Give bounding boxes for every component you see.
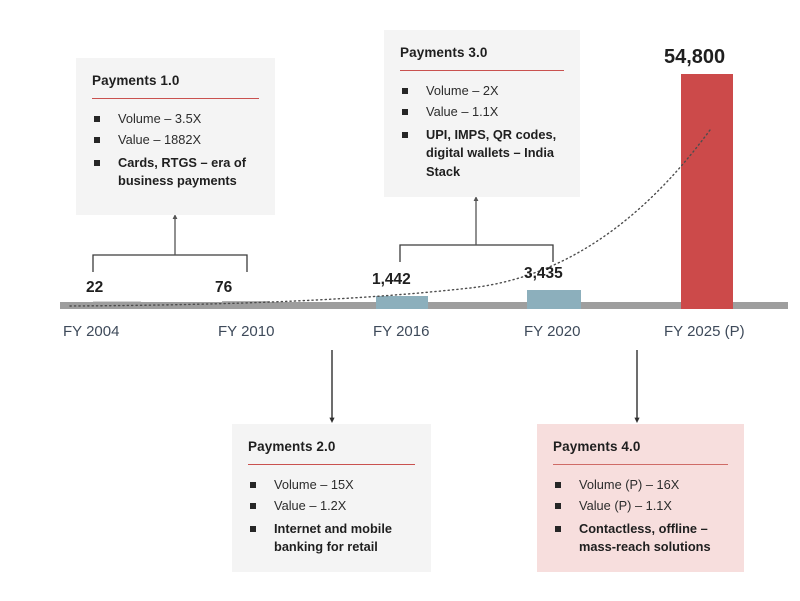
bullet-square-icon (250, 525, 256, 532)
callout-bullet-list: Volume (P) – 16X Value (P) – 1.1X Contac… (553, 476, 728, 557)
list-item: Value – 1.2X (248, 497, 415, 516)
bullet-square-icon (402, 131, 408, 138)
list-item: Volume – 2X (400, 82, 564, 101)
callout-title: Payments 2.0 (248, 439, 336, 454)
list-item: Contactless, offline – mass-reach soluti… (553, 520, 728, 557)
axis-tick-fy2004: FY 2004 (63, 323, 120, 340)
value-label-fy2010: 76 (215, 279, 233, 296)
bullet-square-icon (555, 525, 561, 532)
bar-fy2020 (527, 290, 581, 309)
bullet-text: Volume – 15X (274, 477, 354, 493)
bullet-square-icon (250, 482, 256, 489)
list-item: Cards, RTGS – era of business payments (92, 154, 259, 191)
callout-payments-1: Payments 1.0 Volume – 3.5X Value – 1882X… (76, 58, 275, 215)
bullet-text: Contactless, offline – mass-reach soluti… (579, 520, 711, 555)
bullet-square-icon (94, 137, 100, 144)
callout-title: Payments 3.0 (400, 45, 488, 60)
bullet-text: UPI, IMPS, QR codes, digital wallets – I… (426, 126, 557, 180)
bullet-text: Internet and mobile banking for retail (274, 520, 393, 555)
callout-divider (92, 97, 259, 100)
callout-bullet-list: Volume – 2X Value – 1.1X UPI, IMPS, QR c… (400, 82, 564, 181)
bullet-square-icon (402, 109, 408, 116)
bracket-payments-1 (92, 254, 248, 272)
bullet-square-icon (402, 88, 408, 95)
bullet-text: Value (P) – 1.1X (579, 498, 672, 514)
bullet-text: Value – 1.1X (426, 104, 499, 120)
infographic-canvas: 22 76 1,442 3,435 54,800 FY 2004 FY 2010… (0, 0, 800, 601)
callout-bullet-list: Volume – 3.5X Value – 1882X Cards, RTGS … (92, 110, 259, 191)
value-label-fy2020: 3,435 (524, 265, 563, 282)
list-item: UPI, IMPS, QR codes, digital wallets – I… (400, 126, 564, 182)
list-item: Value – 1.1X (400, 103, 564, 122)
callout-divider (553, 463, 728, 466)
value-label-fy2025: 54,800 (664, 46, 726, 68)
callout-divider (248, 463, 415, 466)
callout-bullet-list: Volume – 15X Value – 1.2X Internet and m… (248, 476, 415, 557)
axis-tick-fy2016: FY 2016 (373, 323, 430, 340)
callout-payments-3: Payments 3.0 Volume – 2X Value – 1.1X UP… (384, 30, 580, 197)
bullet-square-icon (94, 159, 100, 166)
arrowhead-payments-2 (329, 417, 335, 423)
callout-title: Payments 1.0 (92, 73, 180, 88)
bullet-text: Value – 1.2X (274, 498, 347, 514)
bullet-text: Cards, RTGS – era of business payments (118, 154, 247, 189)
bar-fy2025 (681, 74, 733, 309)
list-item: Internet and mobile banking for retail (248, 520, 415, 557)
bullet-square-icon (94, 116, 100, 123)
list-item: Volume – 3.5X (92, 110, 259, 129)
bullet-square-icon (555, 482, 561, 489)
callout-title: Payments 4.0 (553, 439, 641, 454)
value-label-fy2016: 1,442 (372, 271, 411, 288)
arrowhead-payments-4 (634, 417, 640, 423)
list-item: Volume (P) – 16X (553, 476, 728, 495)
callout-payments-2: Payments 2.0 Volume – 15X Value – 1.2X I… (232, 424, 431, 572)
axis-tick-fy2025: FY 2025 (P) (664, 323, 745, 340)
axis-tick-fy2010: FY 2010 (218, 323, 275, 340)
list-item: Value (P) – 1.1X (553, 497, 728, 516)
bullet-text: Volume – 2X (426, 83, 499, 99)
list-item: Value – 1882X (92, 131, 259, 150)
bullet-square-icon (555, 503, 561, 510)
bar-fy2004 (93, 301, 141, 309)
bar-fy2016 (376, 296, 428, 309)
bullet-text: Value – 1882X (118, 132, 202, 148)
callout-payments-4: Payments 4.0 Volume (P) – 16X Value (P) … (537, 424, 744, 572)
value-label-fy2004: 22 (86, 279, 104, 296)
callout-divider (400, 69, 564, 72)
axis-tick-fy2020: FY 2020 (524, 323, 581, 340)
bullet-text: Volume – 3.5X (118, 111, 202, 127)
list-item: Volume – 15X (248, 476, 415, 495)
bracket-payments-3 (399, 244, 554, 262)
bullet-square-icon (250, 503, 256, 510)
bullet-text: Volume (P) – 16X (579, 477, 680, 493)
